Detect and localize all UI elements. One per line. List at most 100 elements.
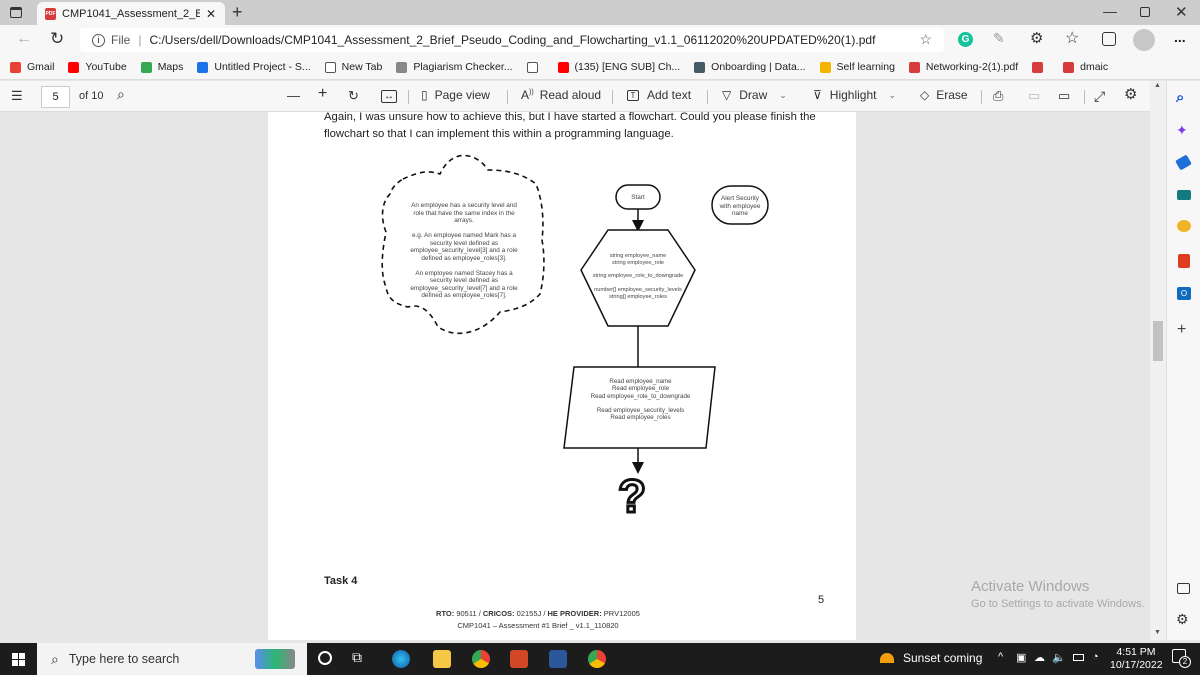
chrome-icon[interactable] bbox=[472, 650, 490, 668]
print-icon[interactable]: ⎙ bbox=[993, 88, 1003, 104]
bookmark-item[interactable]: Onboarding | Data... bbox=[694, 61, 806, 73]
highlight-button[interactable]: ⊽ Highlight ⌄ bbox=[813, 88, 896, 102]
collections-icon[interactable] bbox=[1102, 32, 1116, 46]
bookmark-item[interactable]: New Tab bbox=[324, 61, 382, 73]
new-tab-button[interactable]: + bbox=[232, 2, 243, 23]
bookmark-item[interactable]: (135) [ENG SUB] Ch... bbox=[557, 61, 680, 73]
read-aloud-label: Read aloud bbox=[539, 88, 602, 102]
office-icon[interactable] bbox=[1178, 254, 1190, 268]
fit-width-icon[interactable]: ↔ bbox=[381, 90, 397, 103]
bookmark-item[interactable]: YouTube bbox=[68, 61, 127, 73]
bookmark-item[interactable]: dmaic bbox=[1063, 61, 1108, 73]
info-icon[interactable]: i bbox=[92, 33, 105, 47]
contents-icon[interactable]: ☰ bbox=[11, 88, 23, 104]
powerpoint-icon[interactable] bbox=[510, 650, 528, 668]
bookmark-item[interactable]: Self learning bbox=[819, 61, 895, 73]
bookmark-item[interactable] bbox=[1032, 61, 1049, 73]
text-line: role that have the same index in the bbox=[413, 209, 515, 217]
save-icon[interactable]: ▭ bbox=[1028, 88, 1040, 104]
file-explorer-icon[interactable] bbox=[433, 650, 451, 668]
chevron-down-icon[interactable]: ⌄ bbox=[889, 90, 897, 101]
minimize-button[interactable]: — bbox=[1103, 3, 1117, 19]
save-as-icon[interactable]: ▭ bbox=[1058, 88, 1070, 104]
scroll-down-arrow[interactable]: ▼ bbox=[1154, 629, 1161, 636]
text-line bbox=[578, 267, 698, 274]
close-tab-icon[interactable]: ✕ bbox=[206, 7, 216, 21]
find-icon[interactable]: ⌕ bbox=[117, 86, 125, 103]
copilot-icon[interactable]: ✦ bbox=[1176, 122, 1188, 139]
bookmark-icon bbox=[908, 61, 920, 73]
hide-sidebar-icon[interactable] bbox=[1177, 583, 1190, 594]
scroll-up-arrow[interactable]: ▲ bbox=[1154, 82, 1161, 89]
wifi-icon[interactable]: ◔ bbox=[1092, 651, 1099, 663]
extensions-icon[interactable]: ⚙ bbox=[1030, 29, 1043, 47]
bookmark-icon bbox=[819, 61, 831, 73]
bookmark-item[interactable]: Plagiarism Checker... bbox=[396, 61, 513, 73]
text-line: string employee_role bbox=[612, 259, 664, 266]
bookmark-item[interactable] bbox=[526, 61, 544, 73]
fullscreen-icon[interactable]: ⤢ bbox=[1094, 88, 1105, 105]
address-bar[interactable]: i File | C:/Users/dell/Downloads/CMP1041… bbox=[80, 28, 944, 52]
grammarly-icon[interactable]: G bbox=[958, 32, 973, 47]
page-number-input[interactable]: 5 bbox=[41, 86, 70, 108]
profile-avatar[interactable] bbox=[1133, 29, 1155, 51]
erase-button[interactable]: ◇ Erase bbox=[920, 88, 968, 102]
address-url[interactable]: C:/Users/dell/Downloads/CMP1041_Assessme… bbox=[149, 33, 875, 47]
task-view-icon[interactable]: ⧉ bbox=[352, 649, 362, 666]
edge-taskbar-icon[interactable] bbox=[392, 650, 410, 668]
weather-widget[interactable]: Sunset coming bbox=[880, 651, 982, 665]
zoom-in-button[interactable]: + bbox=[318, 85, 327, 103]
notifications-button[interactable]: 2 bbox=[1172, 649, 1191, 668]
search-icon[interactable]: ⌕ bbox=[1176, 89, 1184, 106]
add-favorite-icon[interactable]: ☆ bbox=[919, 31, 932, 48]
volume-icon[interactable]: 🔈 bbox=[1052, 651, 1066, 664]
add-text-button[interactable]: T Add text bbox=[627, 88, 691, 102]
bookmark-label: Self learning bbox=[836, 61, 895, 73]
bookmark-item[interactable]: Untitled Project - S... bbox=[197, 61, 311, 73]
bookmark-item[interactable]: Maps bbox=[140, 61, 183, 73]
settings-more-button[interactable]: ... bbox=[1174, 29, 1186, 45]
add-sidebar-app-icon[interactable]: + bbox=[1177, 321, 1186, 339]
tools-briefcase-icon[interactable] bbox=[1177, 190, 1191, 200]
clock[interactable]: 4:51 PM 10/17/2022 bbox=[1110, 646, 1163, 672]
bookmark-item[interactable]: Gmail bbox=[10, 61, 54, 73]
favorites-icon[interactable]: ☆ bbox=[1065, 28, 1079, 48]
games-icon[interactable] bbox=[1177, 220, 1191, 232]
cortana-icon[interactable] bbox=[318, 651, 332, 665]
extension-feather-icon[interactable]: ✎ bbox=[993, 30, 1005, 47]
page-view-button[interactable]: ▯ Page view bbox=[421, 88, 490, 102]
text-line: Read employee_name bbox=[609, 378, 672, 385]
bookmark-label: Gmail bbox=[27, 61, 55, 73]
word-icon[interactable] bbox=[549, 650, 567, 668]
rotate-icon[interactable]: ↻ bbox=[348, 88, 359, 104]
pdf-settings-icon[interactable]: ⚙ bbox=[1124, 85, 1137, 103]
read-aloud-button[interactable]: A)) Read aloud bbox=[521, 88, 601, 102]
scroll-thumb[interactable] bbox=[1153, 321, 1163, 361]
bookmark-item[interactable]: Networking-2(1).pdf bbox=[908, 61, 1018, 73]
zoom-out-button[interactable]: — bbox=[287, 88, 300, 103]
vertical-scrollbar[interactable]: ▲ ▼ bbox=[1150, 81, 1166, 640]
show-hidden-icons[interactable]: ^ bbox=[998, 651, 1003, 663]
taskbar-search[interactable]: ⌕ Type here to search bbox=[37, 643, 307, 675]
onedrive-icon[interactable]: ☁ bbox=[1034, 651, 1045, 664]
back-icon[interactable]: ← bbox=[16, 30, 32, 48]
refresh-icon[interactable]: ↻ bbox=[50, 29, 64, 49]
close-window-button[interactable]: ✕ bbox=[1175, 3, 1188, 21]
tab-actions-icon[interactable] bbox=[10, 7, 22, 18]
battery-icon[interactable] bbox=[1073, 654, 1084, 661]
highlight-label: Highlight bbox=[829, 88, 877, 102]
meet-now-icon[interactable]: ▣ bbox=[1016, 651, 1026, 664]
outlook-icon[interactable]: O bbox=[1177, 287, 1191, 300]
sidebar-settings-icon[interactable]: ⚙ bbox=[1176, 611, 1189, 628]
shopping-tag-icon[interactable] bbox=[1175, 154, 1192, 171]
chevron-down-icon[interactable]: ⌄ bbox=[779, 90, 787, 101]
text-line: defined as employee_roles[3]. bbox=[421, 254, 507, 262]
bookmark-icon bbox=[557, 61, 569, 73]
restore-button[interactable] bbox=[1140, 7, 1150, 17]
draw-button[interactable]: ▽ Draw ⌄ bbox=[722, 88, 787, 102]
question-mark-icon: ? bbox=[616, 470, 647, 522]
chrome-profile-icon[interactable] bbox=[588, 650, 606, 668]
browser-tab[interactable]: PDF CMP1041_Assessment_2_Brief_P ✕ bbox=[37, 2, 225, 25]
tab-title: CMP1041_Assessment_2_Brief_P bbox=[62, 7, 200, 20]
windows-start-icon[interactable] bbox=[12, 653, 25, 666]
